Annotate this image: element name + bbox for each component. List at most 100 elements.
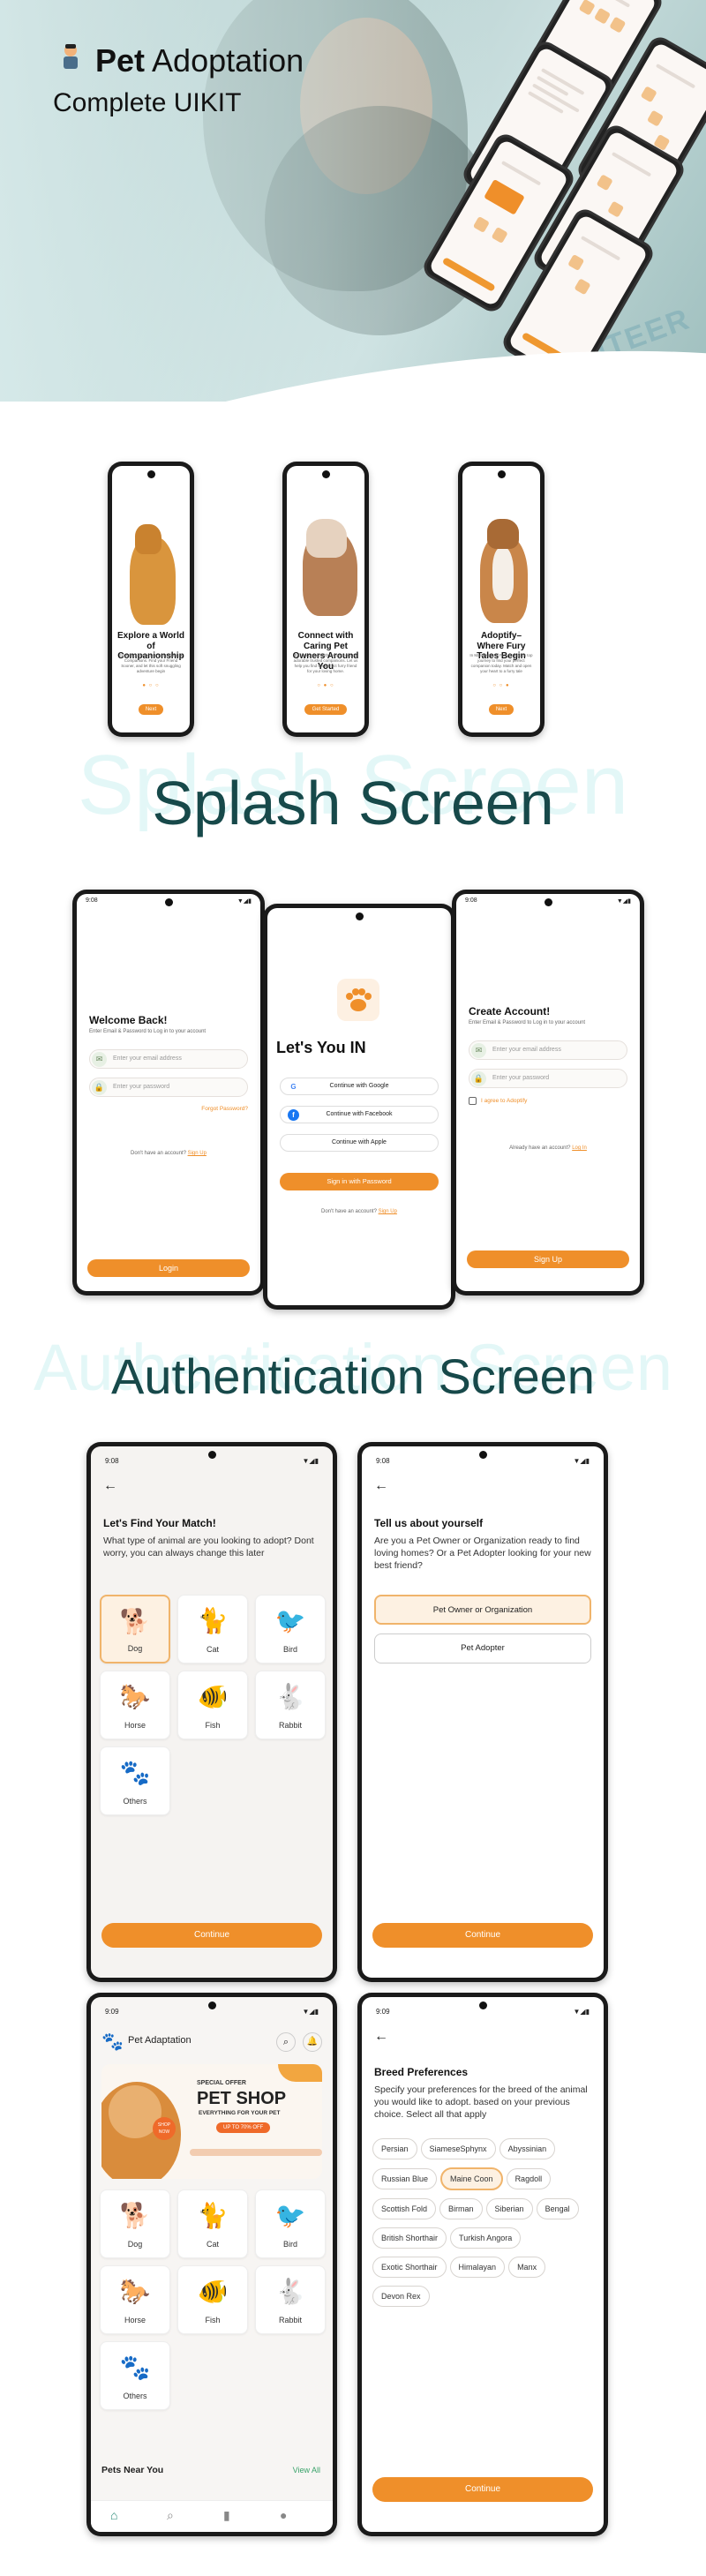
animal-tile-others[interactable]: 🐾 Others — [100, 2341, 170, 2410]
breed-chip[interactable]: Himalayan — [449, 2257, 506, 2278]
breed-chip[interactable]: Exotic Shorthair — [372, 2257, 447, 2278]
next-button[interactable]: Next — [489, 704, 514, 715]
status-icons: ▼◢▮ — [573, 2008, 590, 2016]
shop-now-badge[interactable]: SHOP NOW — [153, 2117, 176, 2140]
match-question: What type of animal are you looking to a… — [103, 1536, 314, 1559]
back-arrow-icon[interactable]: ← — [374, 2029, 388, 2045]
breed-chip[interactable]: Ragdoll — [506, 2168, 552, 2189]
signup-title: Create Account! — [469, 1005, 551, 1018]
next-button[interactable]: Next — [139, 704, 163, 715]
email-placeholder: Enter your email address — [492, 1047, 561, 1053]
breed-chip[interactable]: Scottish Fold — [372, 2198, 437, 2219]
login-prompt: Already have an account? Log In — [456, 1145, 640, 1152]
login-button[interactable]: Login — [87, 1259, 250, 1277]
continue-button[interactable]: Continue — [372, 2477, 593, 2502]
bell-icon[interactable]: 🔔 — [303, 2032, 322, 2052]
status-time: 9:08 — [376, 1457, 390, 1465]
promo-banner[interactable]: SHOP NOW SPECIAL OFFER PET SHOP EVERYTHI… — [101, 2064, 322, 2179]
animal-tile-rabbit[interactable]: 🐇 Rabbit — [255, 2265, 326, 2334]
password-field[interactable]: 🔒 Enter your password — [469, 1069, 627, 1088]
agree-label[interactable]: I agree to Adoptify — [481, 1098, 527, 1104]
signup-button[interactable]: Sign Up — [467, 1250, 629, 1268]
rabbit-icon: 🐇 — [274, 1683, 306, 1710]
bookmark-icon[interactable]: ▮ — [223, 2508, 230, 2523]
sign-in-password-button[interactable]: Sign in with Password — [280, 1173, 439, 1190]
animal-label: Rabbit — [278, 1721, 302, 1730]
search-icon[interactable]: ⌕ — [276, 2032, 296, 2052]
animal-label: Fish — [205, 1721, 221, 1730]
breed-chip[interactable]: Abyssinian — [499, 2138, 556, 2159]
horse-icon: 🐎 — [119, 1683, 151, 1710]
banner-tagline: EVERYTHING FOR YOUR PET — [199, 2110, 281, 2116]
password-placeholder: Enter your password — [492, 1075, 550, 1081]
banner-shop: PET SHOP — [197, 2089, 287, 2108]
animal-tile-bird[interactable]: 🐦 Bird — [255, 2189, 326, 2258]
animal-tile-others[interactable]: 🐾 Others — [100, 1746, 170, 1815]
animal-tile-fish[interactable]: 🐠 Fish — [177, 1671, 248, 1739]
get-started-button[interactable]: Get Started — [304, 704, 347, 715]
breed-chip[interactable]: Devon Rex — [372, 2286, 430, 2307]
search-icon[interactable]: ⌕ — [167, 2508, 174, 2523]
continue-button[interactable]: Continue — [372, 1923, 593, 1948]
login-link[interactable]: Log In — [572, 1145, 587, 1151]
signup-link[interactable]: Sign Up — [188, 1151, 207, 1156]
animal-tile-cat[interactable]: 🐈 Cat — [177, 1595, 248, 1664]
animal-tile-horse[interactable]: 🐎 Horse — [100, 2265, 170, 2334]
back-arrow-icon[interactable]: ← — [103, 1478, 117, 1494]
back-arrow-icon[interactable]: ← — [374, 1478, 388, 1494]
animal-tile-rabbit[interactable]: 🐇 Rabbit — [255, 1671, 326, 1739]
animal-tile-dog[interactable]: 🐕 Dog — [100, 1595, 170, 1664]
paw-icon: 🐾 — [119, 1759, 151, 1786]
google-label: Continue with Google — [329, 1083, 389, 1089]
role-option-owner[interactable]: Pet Owner or Organization — [374, 1595, 591, 1625]
agree-checkbox[interactable] — [469, 1097, 477, 1105]
google-button[interactable]: G Continue with Google — [280, 1078, 439, 1095]
app-logo-icon — [56, 42, 85, 74]
animal-tile-bird[interactable]: 🐦 Bird — [255, 1595, 326, 1664]
breed-chip[interactable]: Maine Coon — [440, 2167, 503, 2190]
profile-icon[interactable]: ● — [280, 2508, 287, 2522]
login-subtitle: Enter Email & Password to Log in to your… — [89, 1029, 207, 1034]
signup-link[interactable]: Sign Up — [379, 1209, 397, 1214]
status-time: 9:08 — [465, 897, 477, 904]
breed-chip[interactable]: Persian — [372, 2138, 417, 2159]
forgot-password-link[interactable]: Forgot Password? — [201, 1106, 248, 1112]
cat-icon: 🐈 — [197, 1607, 229, 1634]
auth-section-title: Authentication Screen — [111, 1348, 595, 1404]
bottom-nav: ⌂ ⌕ ▮ ● — [91, 2500, 333, 2532]
facebook-button[interactable]: f Continue with Facebook — [280, 1106, 439, 1123]
animal-tile-horse[interactable]: 🐎 Horse — [100, 1671, 170, 1739]
animal-label: Others — [123, 1797, 147, 1806]
hero-subtitle: Complete UIKIT — [53, 88, 242, 117]
signup-prompt: Don't have an account? Sign Up — [77, 1150, 260, 1157]
about-title: Tell us about yourself — [374, 1517, 484, 1529]
breed-chip[interactable]: SiameseSphynx — [420, 2138, 496, 2159]
email-field[interactable]: ✉ Enter your email address — [89, 1049, 248, 1069]
home-icon[interactable]: ⌂ — [110, 2508, 117, 2522]
breed-chip[interactable]: Manx — [508, 2257, 546, 2278]
status-icons: ▼◢▮ — [573, 1457, 590, 1465]
animal-tile-dog[interactable]: 🐕 Dog — [100, 2189, 170, 2258]
banner-discount: UP TO 70% OFF — [216, 2122, 271, 2133]
breed-chip[interactable]: Birman — [439, 2198, 483, 2219]
view-all-link[interactable]: View All — [293, 2466, 320, 2475]
role-option-adopter[interactable]: Pet Adopter — [374, 1633, 591, 1664]
status-time: 9:08 — [105, 1457, 119, 1465]
breed-chip[interactable]: Bengal — [536, 2198, 579, 2219]
apple-label: Continue with Apple — [332, 1139, 387, 1145]
breed-chip[interactable]: British Shorthair — [372, 2227, 447, 2249]
continue-button[interactable]: Continue — [101, 1923, 322, 1948]
dog-illustration — [135, 524, 161, 554]
hero-title: Pet Adoptation — [95, 42, 304, 79]
breed-chip[interactable]: Turkish Angora — [450, 2227, 522, 2249]
banner-footer — [190, 2149, 322, 2156]
password-field[interactable]: 🔒 Enter your password — [89, 1078, 248, 1097]
breed-chip[interactable]: Russian Blue — [372, 2168, 438, 2189]
splash-section-title: Splash Screen — [152, 769, 554, 837]
animal-tile-fish[interactable]: 🐠 Fish — [177, 2265, 248, 2334]
animal-tile-cat[interactable]: 🐈 Cat — [177, 2189, 248, 2258]
email-field[interactable]: ✉ Enter your email address — [469, 1040, 627, 1060]
breed-chip[interactable]: Siberian — [485, 2198, 533, 2219]
apple-button[interactable]: Continue with Apple — [280, 1134, 439, 1152]
splash-desc: Easily connect with pet owners and adora… — [293, 653, 358, 674]
